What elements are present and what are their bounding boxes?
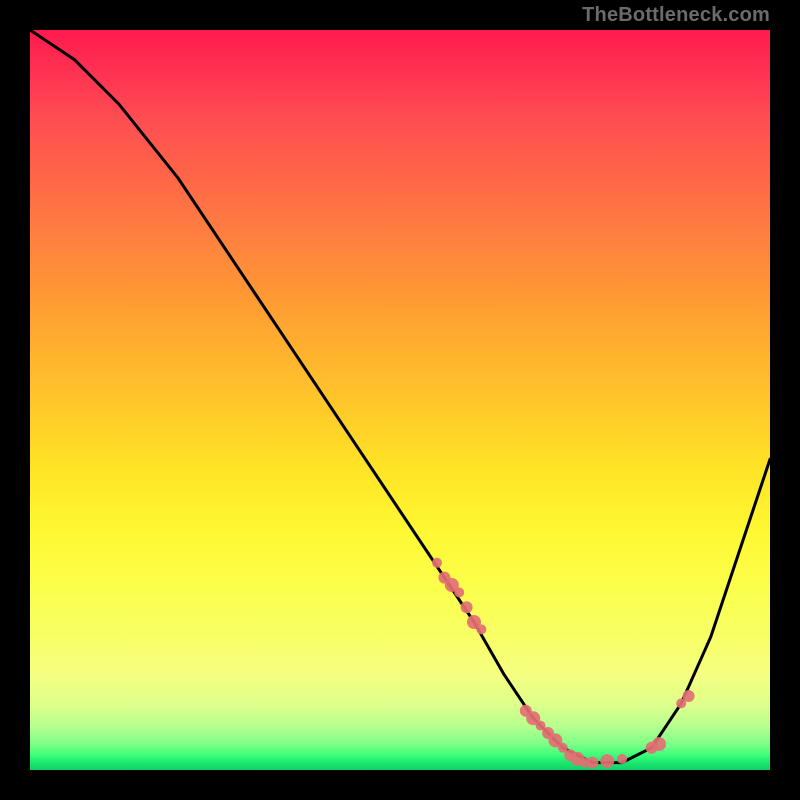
chart-frame: TheBottleneck.com bbox=[0, 0, 800, 800]
scatter-point bbox=[600, 754, 614, 768]
scatter-point bbox=[683, 690, 695, 702]
gradient-plot-area bbox=[30, 30, 770, 770]
scatter-point bbox=[432, 558, 442, 568]
scatter-point bbox=[652, 737, 666, 751]
scatter-point bbox=[586, 757, 598, 769]
scatter-point bbox=[454, 587, 464, 597]
bottleneck-curve-line bbox=[30, 30, 770, 763]
chart-svg bbox=[30, 30, 770, 770]
scatter-point bbox=[476, 624, 486, 634]
watermark-text: TheBottleneck.com bbox=[582, 4, 770, 27]
scatter-point bbox=[461, 601, 473, 613]
scatter-point bbox=[617, 754, 627, 764]
scatter-points-group bbox=[432, 558, 695, 769]
